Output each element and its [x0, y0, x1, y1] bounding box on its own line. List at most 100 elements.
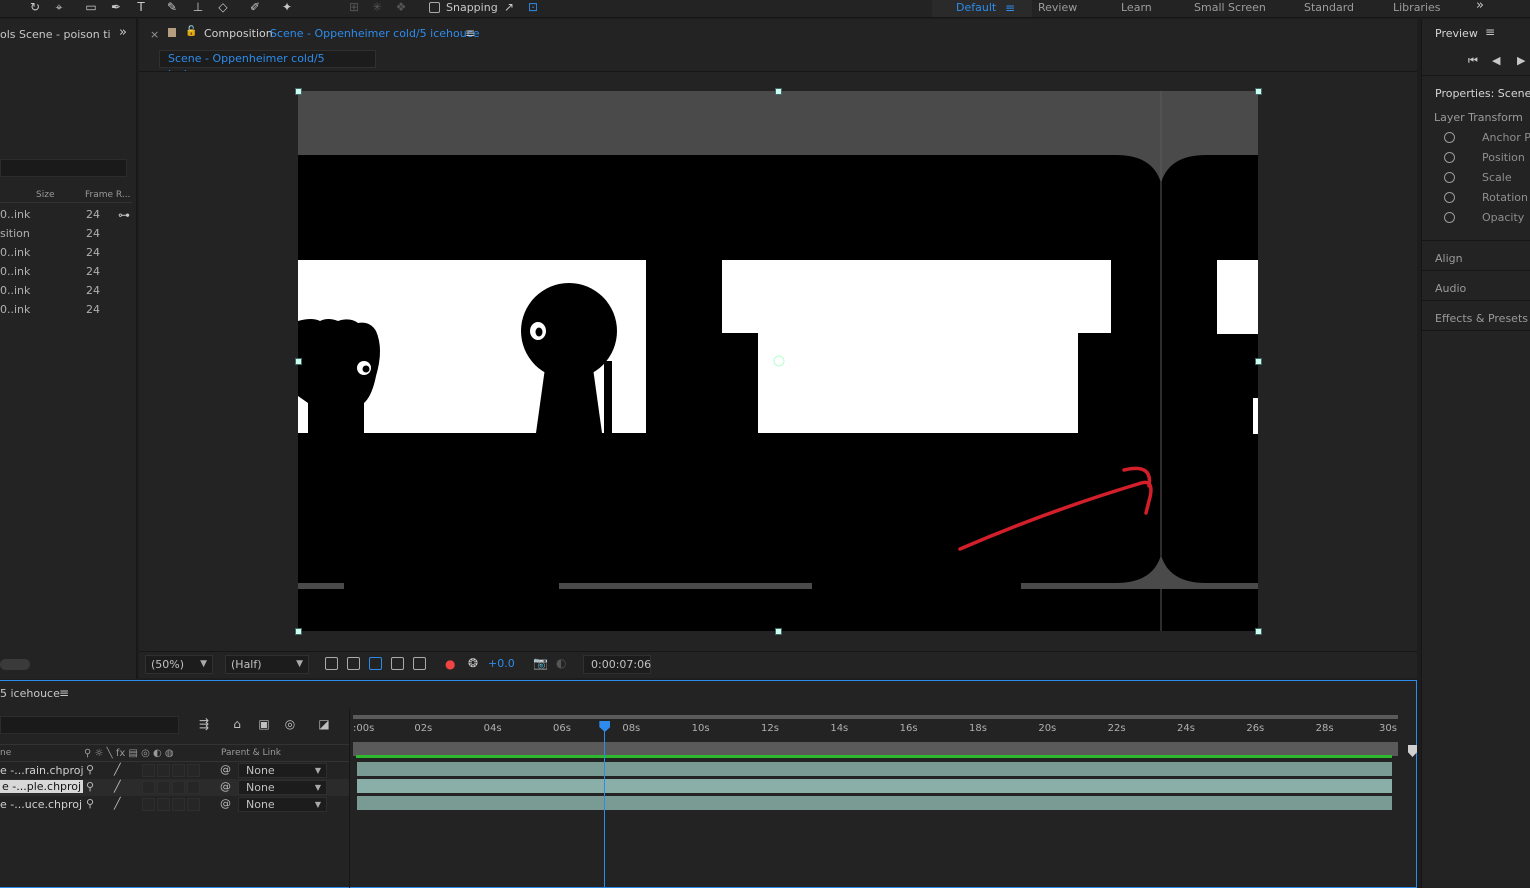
rotate-tool-icon[interactable]: ↻ [26, 0, 44, 16]
graph-editor-icon[interactable]: ◪ [316, 717, 332, 731]
show-snapshot-icon[interactable]: ◐ [556, 656, 566, 670]
color-channels-icon[interactable]: ● [445, 657, 455, 671]
project-scrollbar[interactable] [0, 659, 30, 670]
switch-box[interactable] [187, 781, 200, 794]
project-search-input[interactable] [0, 159, 127, 177]
quality-switch-icon[interactable]: ╱ [114, 797, 121, 810]
workspace-review[interactable]: Review [1038, 1, 1077, 14]
snapping-checkbox[interactable] [429, 2, 440, 13]
stopwatch-icon[interactable] [1444, 132, 1455, 143]
pick-whip-icon[interactable]: @ [220, 780, 231, 793]
stopwatch-icon[interactable] [1444, 172, 1455, 183]
project-item[interactable]: sition 24 [0, 225, 118, 243]
roto-brush-tool-icon[interactable]: ✐ [246, 0, 264, 16]
fast-preview-icon[interactable] [325, 657, 338, 670]
shy-layers-icon[interactable]: ▣ [256, 717, 272, 731]
clone-stamp-tool-icon[interactable]: ⊥ [189, 0, 207, 16]
axis-local-icon[interactable]: ⊞ [345, 0, 363, 16]
switch-box[interactable] [187, 764, 200, 777]
project-panel-title[interactable]: ols Scene - poison ti [0, 28, 111, 41]
composition-tab-name[interactable]: Scene - Oppenheimer cold/5 icehouce [270, 27, 480, 40]
resolution-select[interactable]: (Half) ▼ [225, 655, 309, 674]
transform-handle[interactable] [1255, 88, 1262, 95]
camera-tool-icon[interactable]: ⌖ [50, 0, 68, 16]
project-item[interactable]: 0..ink 24 [0, 301, 118, 319]
axis-world-icon[interactable]: ✳ [368, 0, 386, 16]
composition-tab-label[interactable]: Composition [204, 27, 273, 40]
parent-select[interactable]: None ▼ [238, 763, 327, 778]
switch-box[interactable] [142, 781, 155, 794]
region-of-interest-icon[interactable] [391, 657, 404, 670]
pick-whip-icon[interactable]: @ [220, 797, 231, 810]
layer-row[interactable]: e -...uce.chproj ⚲ ╱ @ None ▼ [0, 796, 349, 813]
project-item[interactable]: 0..ink 24 [0, 282, 118, 300]
panel-more-icon[interactable]: » [119, 25, 127, 40]
timeline-tab-title[interactable]: 5 icehouce [0, 687, 60, 700]
axis-view-icon[interactable]: ❖ [392, 0, 410, 16]
shy-switch-icon[interactable]: ⚲ [86, 797, 94, 810]
switch-box[interactable] [157, 798, 170, 811]
switch-box[interactable] [172, 781, 185, 794]
time-ruler[interactable]: :00s 02s 04s 06s 08s 10s 12s 14s 16s 18s 20s 22s 24s… [350, 719, 1418, 741]
transform-handle[interactable] [775, 628, 782, 635]
first-frame-icon[interactable]: ⏮ [1468, 54, 1478, 68]
brush-tool-icon[interactable]: ✎ [163, 0, 181, 16]
column-frame-rate[interactable]: Frame R... [85, 190, 130, 200]
close-icon[interactable]: × [150, 28, 159, 41]
parent-select[interactable]: None ▼ [238, 780, 327, 795]
pick-whip-icon[interactable]: @ [220, 763, 231, 776]
workspace-menu-icon[interactable]: ≡ [1005, 1, 1015, 15]
rectangle-tool-icon[interactable]: ▭ [82, 0, 100, 16]
stopwatch-icon[interactable] [1444, 152, 1455, 163]
stopwatch-icon[interactable] [1444, 192, 1455, 203]
switch-box[interactable] [187, 798, 200, 811]
eraser-tool-icon[interactable]: ◇ [214, 0, 232, 16]
composition-canvas[interactable] [298, 91, 1258, 631]
panel-menu-icon[interactable]: ≡ [1485, 25, 1495, 39]
quality-switch-icon[interactable]: ╱ [114, 763, 121, 776]
layer-search-input[interactable] [0, 716, 179, 734]
label-color-swatch[interactable] [168, 28, 176, 37]
guides-icon[interactable] [413, 657, 426, 670]
transform-handle[interactable] [1255, 358, 1262, 365]
switch-box[interactable] [142, 798, 155, 811]
current-time-display[interactable]: 0:00:07:06 [583, 655, 651, 674]
transparency-grid-icon[interactable] [347, 657, 360, 670]
project-item[interactable]: 0..ink 24 [0, 244, 118, 262]
reset-exposure-icon[interactable]: ❂ [468, 656, 478, 670]
switch-box[interactable] [157, 764, 170, 777]
magnification-select[interactable]: (50%) ▼ [145, 655, 213, 674]
align-panel-tab[interactable]: Align [1435, 252, 1463, 265]
preview-panel-title[interactable]: Preview [1435, 27, 1478, 40]
layer-duration-bar[interactable] [357, 762, 1392, 776]
previous-frame-icon[interactable]: ◀ [1492, 54, 1500, 67]
snap-magnet-icon[interactable]: ↗ [500, 0, 518, 16]
workspace-more-icon[interactable]: » [1476, 0, 1484, 13]
transform-handle[interactable] [295, 358, 302, 365]
workspace-default[interactable]: Default [956, 1, 996, 14]
shy-switch-icon[interactable]: ⚲ [86, 780, 94, 793]
column-source-name[interactable]: ne [0, 748, 11, 758]
column-size[interactable]: Size [36, 190, 54, 200]
layer-transform-heading[interactable]: Layer Transform [1434, 111, 1523, 124]
layer-row[interactable]: e -...rain.chproj ⚲ ╱ @ None ▼ [0, 762, 349, 779]
frame-blending-icon[interactable]: ◎ [282, 717, 298, 731]
switch-box[interactable] [142, 764, 155, 777]
lock-icon[interactable]: 🔓 [185, 26, 197, 37]
workspace-libraries[interactable]: Libraries [1393, 1, 1441, 14]
flowchart-icon[interactable]: ⊶ [118, 208, 130, 222]
quality-switch-icon[interactable]: ╱ [114, 780, 121, 793]
effects-presets-panel-tab[interactable]: Effects & Presets [1435, 312, 1528, 325]
transform-handle[interactable] [1255, 628, 1262, 635]
column-parent-link[interactable]: Parent & Link [221, 748, 281, 758]
project-item[interactable]: 0..ink 24 [0, 206, 118, 224]
exposure-value[interactable]: +0.0 [488, 657, 515, 670]
audio-panel-tab[interactable]: Audio [1435, 282, 1466, 295]
type-tool-icon[interactable]: T [132, 0, 150, 16]
composition-breadcrumb[interactable]: Scene - Oppenheimer cold/5 icehouce [159, 50, 376, 81]
shy-switch-icon[interactable]: ⚲ [86, 763, 94, 776]
panel-menu-icon[interactable]: ≡ [465, 26, 475, 40]
play-icon[interactable]: ▶ [1517, 54, 1525, 67]
composition-end-marker[interactable] [1408, 745, 1417, 757]
transform-handle[interactable] [775, 88, 782, 95]
